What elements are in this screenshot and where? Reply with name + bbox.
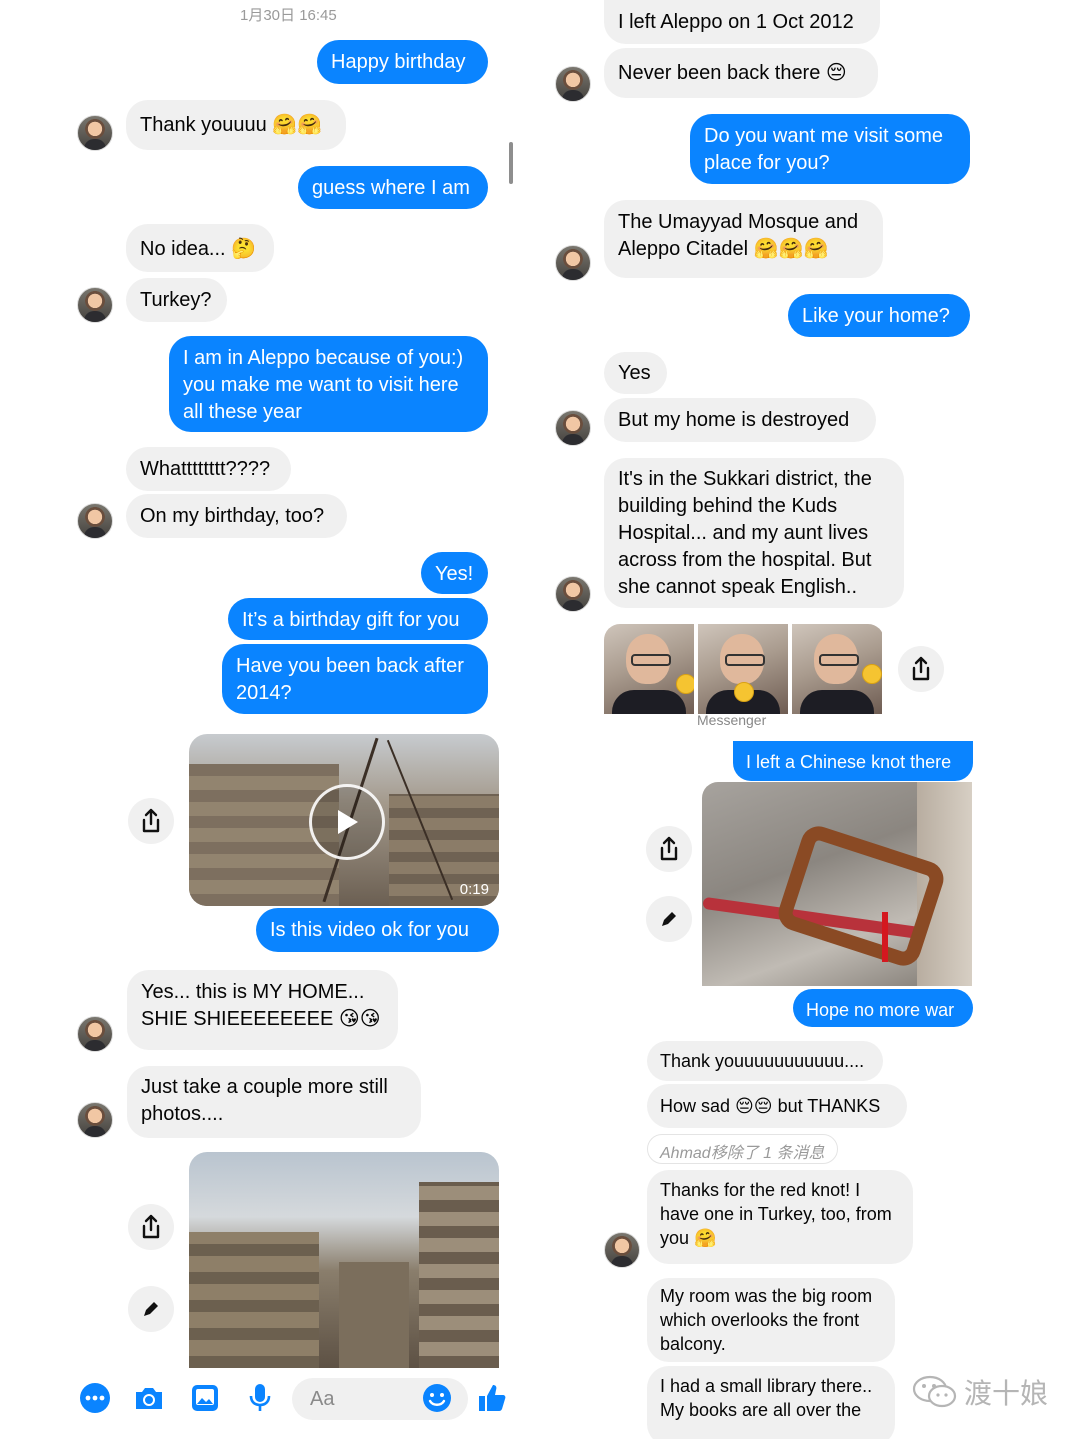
message-outgoing[interactable]: guess where I am	[298, 166, 488, 209]
photo-thumbnail[interactable]	[698, 624, 788, 714]
message-incoming[interactable]: Turkey?	[126, 278, 227, 322]
share-icon	[660, 836, 678, 861]
avatar[interactable]	[77, 1016, 113, 1052]
camera-button[interactable]	[132, 1381, 166, 1415]
scroll-indicator[interactable]	[509, 142, 513, 184]
emoji-icon	[423, 1384, 451, 1412]
camera-icon	[136, 1388, 162, 1409]
share-icon	[142, 1214, 160, 1239]
message-incoming[interactable]: Never been back there 😔	[604, 48, 878, 98]
message-incoming[interactable]: I left Aleppo on 1 Oct 2012	[604, 0, 880, 44]
share-icon	[912, 656, 930, 681]
message-incoming[interactable]: Yes... this is MY HOME... SHIE SHIEEEEEE…	[127, 970, 398, 1050]
gallery-icon	[192, 1385, 218, 1411]
message-incoming[interactable]: Whatttttttt????	[126, 447, 291, 491]
watermark-text: 渡十娘	[964, 1377, 1049, 1410]
message-outgoing[interactable]: I left a Chinese knot there	[733, 741, 973, 781]
more-button[interactable]	[78, 1381, 112, 1415]
system-notice: Ahmad移除了 1 条消息	[647, 1134, 838, 1164]
photo-message[interactable]	[702, 782, 972, 986]
message-incoming[interactable]: No idea... 🤔	[126, 224, 274, 272]
share-button[interactable]	[128, 798, 174, 844]
message-incoming[interactable]: Just take a couple more still photos....	[127, 1066, 421, 1138]
photo-thumbnail[interactable]	[792, 624, 882, 714]
chat-panel-right-top: I left Aleppo on 1 Oct 2012 Never been b…	[550, 0, 1000, 738]
message-incoming[interactable]: Yes	[604, 352, 667, 394]
message-incoming[interactable]: I had a small library there.. My books a…	[647, 1366, 895, 1439]
edit-button[interactable]	[646, 896, 692, 942]
play-icon	[338, 810, 358, 834]
chat-panel-left-top: 1月30日 16:45 Happy birthday Thank youuuu …	[70, 0, 530, 718]
share-button[interactable]	[898, 646, 944, 692]
avatar[interactable]	[555, 410, 591, 446]
gallery-button[interactable]	[188, 1381, 222, 1415]
more-icon	[80, 1383, 110, 1413]
play-button[interactable]	[309, 784, 385, 860]
message-incoming[interactable]: Thank youuuuuuuuuuu....	[647, 1041, 883, 1081]
edit-icon	[144, 1302, 158, 1316]
message-outgoing[interactable]: Is this video ok for you	[256, 908, 499, 952]
emoji-sticker	[734, 682, 754, 702]
photo-message[interactable]	[189, 1152, 499, 1368]
avatar[interactable]	[555, 245, 591, 281]
avatar[interactable]	[77, 503, 113, 539]
timestamp: 1月30日 16:45	[240, 7, 337, 24]
edit-button[interactable]	[128, 1286, 174, 1332]
chat-panel-right-bottom: I left a Chinese knot there Hope no more…	[590, 738, 1010, 1439]
message-outgoing[interactable]: Do you want me visit some place for you?	[690, 114, 970, 184]
avatar[interactable]	[555, 66, 591, 102]
message-outgoing[interactable]: Hope no more war	[793, 989, 973, 1027]
edit-icon	[662, 912, 676, 926]
emoji-button[interactable]	[420, 1381, 454, 1415]
share-button[interactable]	[646, 826, 692, 872]
share-button[interactable]	[128, 1204, 174, 1250]
video-message[interactable]: 0:19	[189, 734, 499, 906]
mic-button[interactable]	[243, 1381, 277, 1415]
video-duration: 0:19	[459, 881, 489, 898]
avatar[interactable]	[77, 1102, 113, 1138]
message-outgoing[interactable]: Happy birthday	[317, 40, 488, 84]
emoji-sticker	[676, 674, 694, 694]
photo-thumbnail[interactable]	[604, 624, 694, 714]
avatar[interactable]	[555, 576, 591, 612]
message-incoming[interactable]: Thanks for the red knot! I have one in T…	[647, 1170, 913, 1264]
wechat-icon	[912, 1375, 957, 1408]
message-outgoing[interactable]: It’s a birthday gift for you	[228, 598, 488, 640]
avatar[interactable]	[77, 115, 113, 151]
chat-panel-left-bottom: 0:19 Is this video ok for you Yes... thi…	[70, 718, 530, 1439]
message-incoming[interactable]: Thank youuuu 🤗🤗	[126, 100, 346, 150]
message-outgoing[interactable]: I am in Aleppo because of you:) you make…	[169, 336, 488, 432]
mic-icon	[249, 1384, 271, 1411]
like-button[interactable]	[475, 1381, 509, 1415]
message-outgoing[interactable]: Yes!	[421, 552, 488, 594]
message-incoming[interactable]: On my birthday, too?	[126, 494, 347, 538]
message-incoming[interactable]: It's in the Sukkari district, the buildi…	[604, 458, 904, 608]
message-outgoing[interactable]: Have you been back after 2014?	[222, 644, 488, 714]
like-icon	[479, 1385, 506, 1411]
share-icon	[142, 808, 160, 833]
composer-placeholder: Aa	[310, 1388, 335, 1410]
message-incoming[interactable]: How sad 😔😔 but THANKS	[647, 1084, 907, 1128]
message-incoming[interactable]: The Umayyad Mosque and Aleppo Citadel 🤗🤗…	[604, 200, 883, 278]
avatar[interactable]	[77, 287, 113, 323]
photo-strip[interactable]	[604, 624, 884, 716]
message-incoming[interactable]: My room was the big room which overlooks…	[647, 1278, 895, 1362]
message-outgoing[interactable]: Like your home?	[788, 294, 970, 337]
avatar[interactable]	[604, 1232, 640, 1268]
watermark: 渡十娘	[912, 1372, 1048, 1412]
header-fragment: Messenger	[697, 712, 767, 728]
message-incoming[interactable]: But my home is destroyed	[604, 398, 876, 442]
emoji-sticker	[862, 664, 882, 684]
